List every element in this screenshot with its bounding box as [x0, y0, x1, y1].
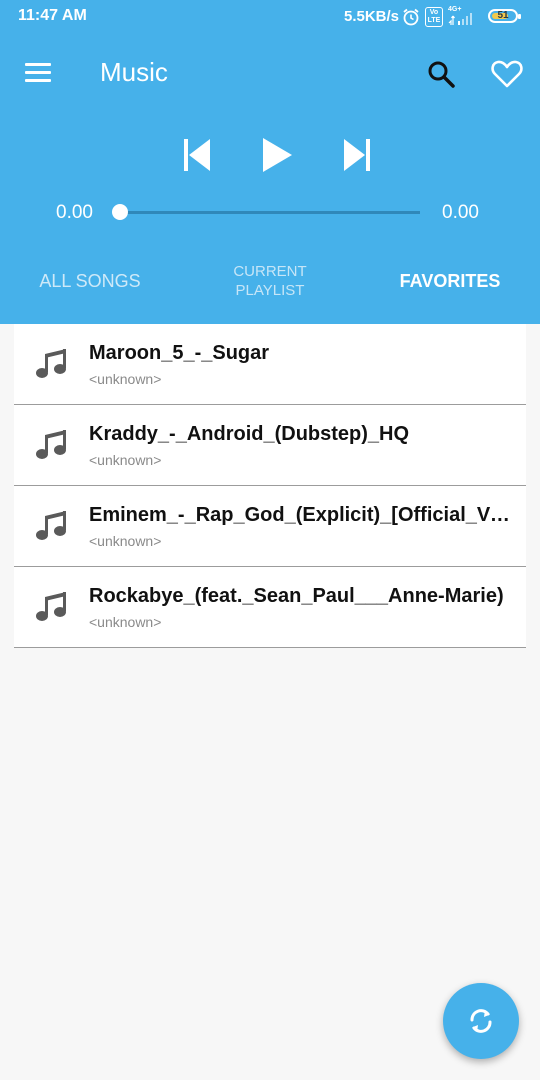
search-icon[interactable] — [426, 59, 456, 89]
player-header: Music 0.00 0.00 ALL SONGS CURRENT PLAYLI… — [0, 33, 540, 324]
tab-all-songs[interactable]: ALL SONGS — [20, 271, 160, 292]
seek-bar[interactable] — [120, 211, 420, 214]
next-icon[interactable] — [336, 135, 376, 175]
list-item[interactable]: Eminem_-_Rap_God_(Explicit)_[Official_Vi… — [14, 486, 526, 567]
heart-icon[interactable] — [491, 58, 523, 90]
song-artist: <unknown> — [89, 614, 162, 630]
song-artist: <unknown> — [89, 452, 162, 468]
status-time: 11:47 AM — [18, 7, 87, 24]
menu-icon[interactable] — [25, 63, 51, 83]
volte-icon: Vo LTE — [425, 7, 443, 27]
status-bar: 11:47 AM 5.5KB/s Vo LTE 4G+ 51 — [0, 0, 540, 33]
seek-thumb[interactable] — [112, 204, 128, 220]
song-title: Eminem_-_Rap_God_(Explicit)_[Official_Vi… — [89, 504, 514, 526]
previous-icon[interactable] — [176, 135, 216, 175]
tab-favorites[interactable]: FAVORITES — [380, 271, 520, 292]
song-artist: <unknown> — [89, 533, 162, 549]
song-list: Maroon_5_-_Sugar <unknown> Kraddy_-_Andr… — [14, 324, 526, 648]
song-artist: <unknown> — [89, 371, 162, 387]
play-icon[interactable] — [256, 135, 296, 175]
tab-current-playlist[interactable]: CURRENT PLAYLIST — [205, 262, 335, 300]
elapsed-time: 0.00 — [56, 202, 93, 223]
refresh-button[interactable] — [443, 983, 519, 1059]
music-note-icon — [36, 511, 66, 540]
music-note-icon — [36, 592, 66, 621]
song-title: Kraddy_-_Android_(Dubstep)_HQ — [89, 423, 410, 445]
song-title: Rockabye_(feat._Sean_Paul___Anne-Marie) — [89, 585, 504, 607]
tab-current-line1: CURRENT — [233, 263, 307, 280]
list-item[interactable]: Kraddy_-_Android_(Dubstep)_HQ <unknown> — [14, 405, 526, 486]
battery-level: 51 — [497, 10, 509, 21]
list-item[interactable]: Maroon_5_-_Sugar <unknown> — [14, 324, 526, 405]
alarm-icon — [403, 8, 419, 26]
music-note-icon — [36, 349, 66, 378]
song-title: Maroon_5_-_Sugar — [89, 342, 270, 364]
tab-current-line2: PLAYLIST — [235, 282, 305, 299]
music-note-icon — [36, 430, 66, 459]
network-speed: 5.5KB/s — [344, 8, 400, 25]
total-time: 0.00 — [442, 202, 479, 223]
signal-icon: 4G+ — [448, 6, 476, 27]
list-item[interactable]: Rockabye_(feat._Sean_Paul___Anne-Marie) … — [14, 567, 526, 648]
battery-icon: 51 — [488, 9, 521, 23]
refresh-icon — [470, 1009, 492, 1033]
page-title: Music — [100, 57, 168, 87]
status-icons: Vo LTE 4G+ — [402, 6, 476, 28]
